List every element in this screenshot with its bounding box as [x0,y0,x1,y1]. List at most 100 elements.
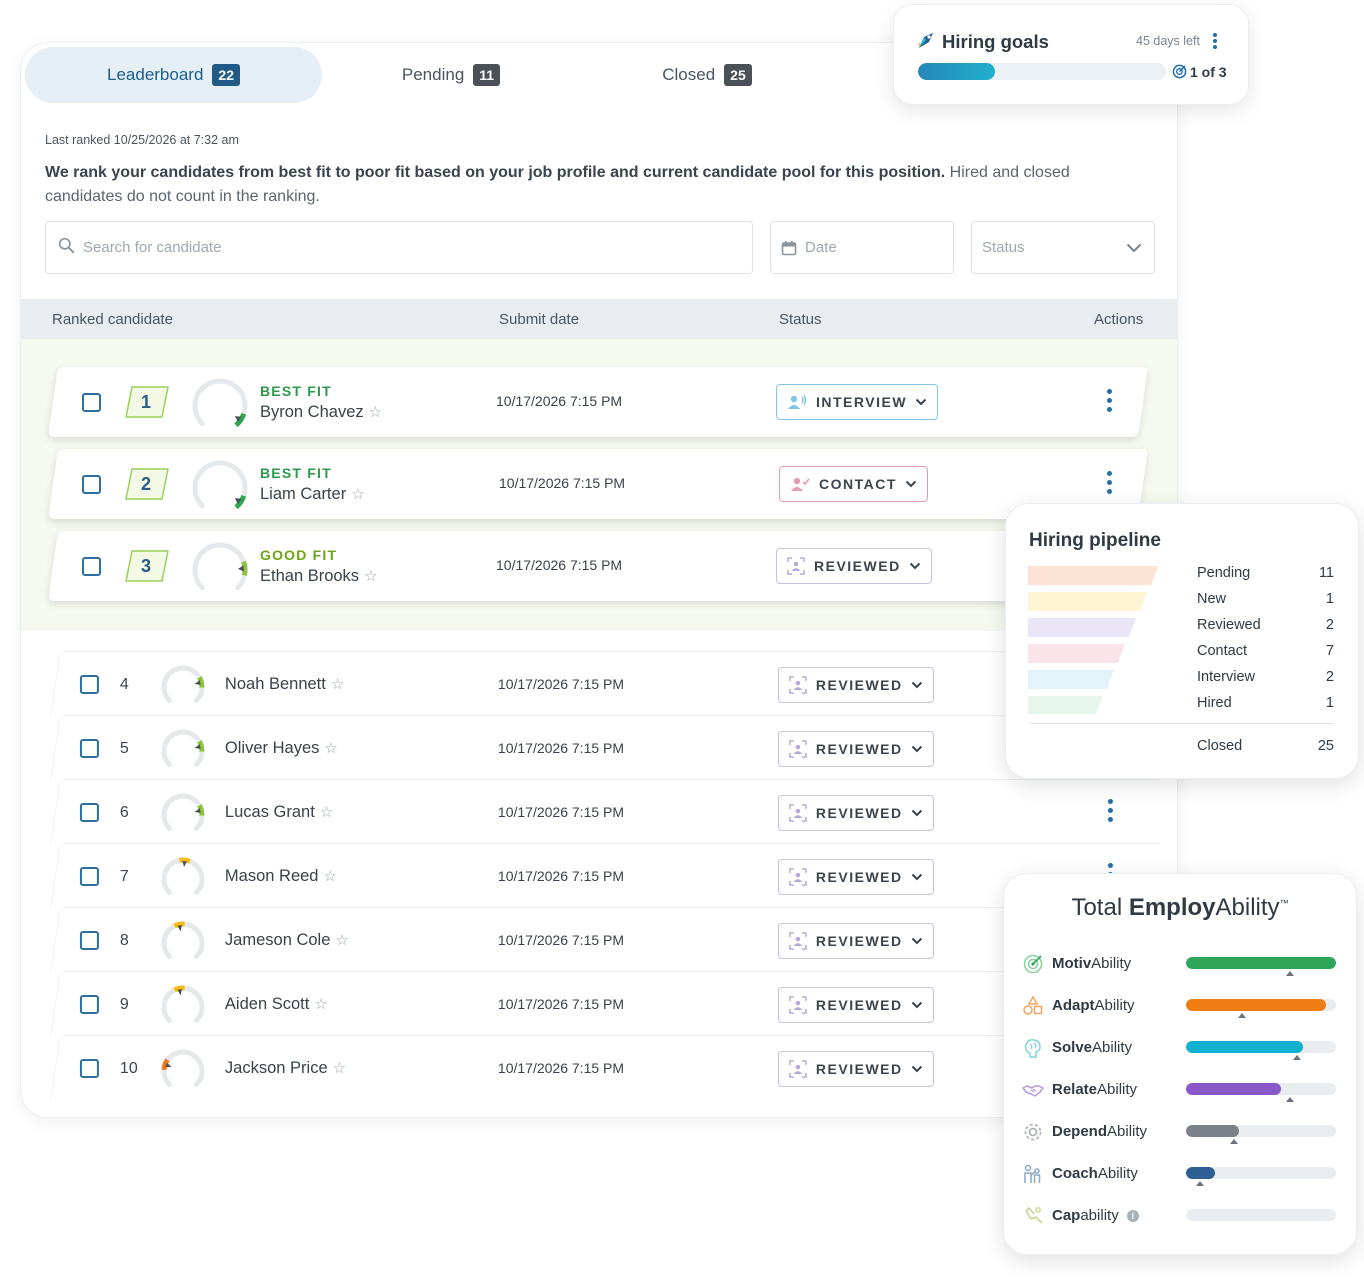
tab-closed[interactable]: Closed 25 [577,47,837,103]
top-candidate-row[interactable]: 3 GOOD FIT Ethan Brooks ☆ 10/17/2026 7:15 PM… [48,531,1148,601]
ability-row-capability[interactable]: Capability i [1022,1201,1342,1231]
status-dropdown[interactable]: REVIEWED [777,731,934,767]
ranking-description: We rank your candidates from best fit to… [45,161,1135,209]
row-actions-button[interactable] [1104,471,1114,499]
fit-gauge [160,790,206,841]
ability-row-dependability[interactable]: DependAbility [1022,1117,1342,1147]
star-icon[interactable]: ☆ [320,804,333,821]
status-dropdown[interactable]: REVIEWED [777,987,934,1023]
candidate-name[interactable]: Jackson Price ☆ [225,1059,346,1078]
ability-bar-track [1186,1167,1336,1179]
candidate-row[interactable]: 4 Noah Bennett ☆ 10/17/2026 7:15 PM REVIEWED [50,651,1160,715]
star-icon[interactable]: ☆ [335,932,348,949]
ability-row-adaptability[interactable]: AdaptAbility [1022,991,1342,1021]
candidate-name[interactable]: Noah Bennett ☆ [225,675,344,694]
status-dropdown[interactable]: CONTACT [779,466,928,502]
ability-label: AdaptAbility [1052,997,1135,1014]
candidate-row[interactable]: 8 Jameson Cole ☆ 10/17/2026 7:15 PM REVIEWED [50,907,1160,971]
employability-title-plain: Total [1071,894,1129,921]
star-icon[interactable]: ☆ [323,868,336,885]
status-icon [790,476,810,492]
candidate-name[interactable]: Byron Chavez ☆ [260,403,382,422]
candidate-checkbox[interactable] [82,475,101,494]
candidate-name[interactable]: Ethan Brooks ☆ [260,567,378,586]
candidate-checkbox[interactable] [79,931,99,950]
top-candidate-row[interactable]: 2 BEST FIT Liam Carter ☆ 10/17/2026 7:15 PM C… [48,449,1148,519]
status-icon [789,804,807,822]
ability-row-coachability[interactable]: CoachAbility [1022,1159,1342,1189]
submit-date: 10/17/2026 7:15 PM [496,393,623,409]
ability-bar-fill [1186,999,1326,1011]
chevron-down-icon [909,562,921,570]
candidate-name[interactable]: Lucas Grant ☆ [225,803,333,822]
candidate-checkbox[interactable] [79,739,99,758]
status-dropdown[interactable]: REVIEWED [777,667,934,703]
pipeline-stage-label: Contact [1197,643,1247,659]
candidate-checkbox[interactable] [79,675,99,694]
top-candidate-row[interactable]: 1 BEST FIT Byron Chavez ☆ 10/17/2026 7:15 PM… [48,367,1148,437]
pipeline-closed-count: 25 [1317,738,1334,754]
candidate-name[interactable]: Jameson Cole ☆ [225,931,349,950]
chevron-down-icon [911,1001,923,1009]
candidate-name[interactable]: Aiden Scott ☆ [225,995,328,1014]
status-label: REVIEWED [815,805,903,821]
ability-benchmark-marker [1285,971,1294,976]
ability-row-motivability[interactable]: MotivAbility [1022,949,1342,979]
star-icon[interactable]: ☆ [333,1060,346,1077]
candidate-row[interactable]: 5 Oliver Hayes ☆ 10/17/2026 7:15 PM REVIEWED [50,715,1160,779]
ability-row-solveability[interactable]: SolveAbility [1022,1033,1342,1063]
ability-bar-fill [1186,1167,1215,1179]
star-icon[interactable]: ☆ [351,486,364,503]
status-dropdown[interactable]: REVIEWED [777,923,934,959]
ability-row-relateability[interactable]: RelateAbility [1022,1075,1342,1105]
funnel-segment-pending [1028,566,1158,585]
star-icon[interactable]: ☆ [324,740,337,757]
candidate-row[interactable]: 7 Mason Reed ☆ 10/17/2026 7:15 PM REVIEWED [50,843,1160,907]
status-dropdown[interactable]: REVIEWED [777,859,934,895]
candidate-name[interactable]: Mason Reed ☆ [225,867,337,886]
tab-leaderboard[interactable]: Leaderboard 22 [25,47,322,103]
star-icon[interactable]: ☆ [314,996,327,1013]
fit-label: BEST FIT [260,465,332,481]
status-filter-placeholder: Status [982,239,1025,256]
candidate-checkbox[interactable] [79,867,99,886]
status-filter[interactable]: Status [971,221,1155,274]
row-actions-button[interactable] [1105,799,1115,827]
candidate-name[interactable]: Oliver Hayes ☆ [225,739,338,758]
status-label: REVIEWED [815,869,903,885]
trademark-symbol: ™ [1279,898,1289,908]
search-input[interactable] [83,239,683,256]
ability-label-bold: Solve [1052,1039,1093,1056]
candidate-name-text: Oliver Hayes [224,739,320,757]
candidate-row[interactable]: 9 Aiden Scott ☆ 10/17/2026 7:15 PM REVIEWED [50,971,1160,1035]
date-filter[interactable]: Date [770,221,954,274]
candidate-checkbox[interactable] [79,1059,99,1078]
ability-label: CoachAbility [1052,1165,1138,1182]
candidate-checkbox[interactable] [82,393,101,412]
status-dropdown[interactable]: REVIEWED [777,795,934,831]
ability-benchmark-marker [1293,1055,1301,1060]
star-icon[interactable]: ☆ [331,676,344,693]
status-dropdown[interactable]: REVIEWED [776,548,932,584]
fit-gauge [191,539,249,602]
star-icon[interactable]: ☆ [364,568,377,585]
candidate-name[interactable]: Liam Carter ☆ [260,485,365,504]
candidate-row[interactable]: 6 Lucas Grant ☆ 10/17/2026 7:15 PM REVIEWED [50,779,1160,843]
info-icon[interactable]: i [1126,1210,1139,1222]
candidate-checkbox[interactable] [82,557,101,576]
status-label: CONTACT [819,476,897,492]
days-left: 45 days left [1136,34,1200,48]
row-actions-button[interactable] [1104,389,1114,417]
candidate-row[interactable]: 10 Jackson Price ☆ 10/17/2026 7:15 PM REVIEW… [50,1035,1160,1099]
status-dropdown[interactable]: INTERVIEW [776,384,939,420]
pipeline-stage-count: 1 [1325,695,1334,711]
candidate-checkbox[interactable] [79,995,99,1014]
ability-bar-fill [1186,1125,1239,1137]
ability-bar-track [1186,999,1336,1011]
status-dropdown[interactable]: REVIEWED [777,1051,934,1087]
rank-number: 7 [119,868,129,885]
goals-menu-button[interactable] [1211,33,1219,51]
star-icon[interactable]: ☆ [369,404,382,421]
candidate-checkbox[interactable] [79,803,99,822]
tab-pending[interactable]: Pending 11 [321,47,581,103]
